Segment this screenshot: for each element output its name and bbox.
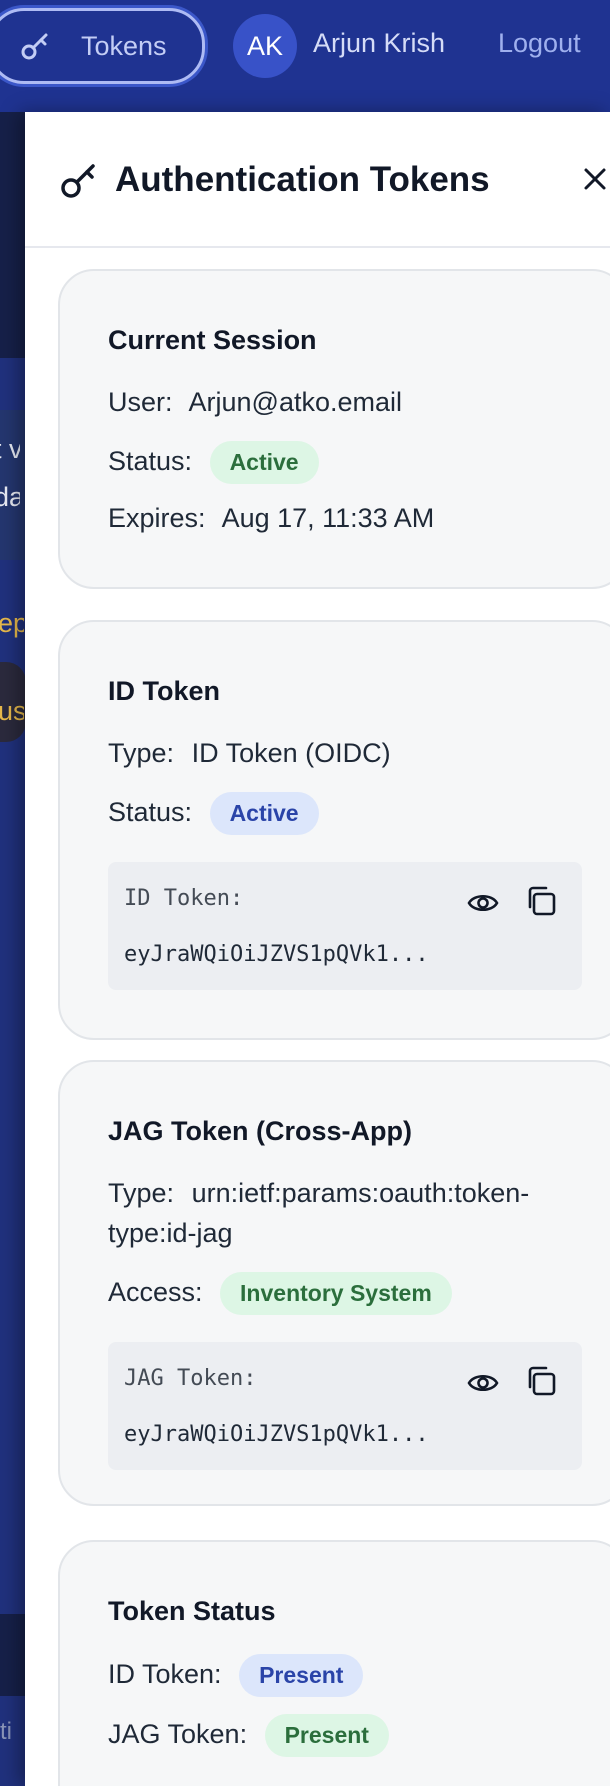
avatar[interactable]: AK [233,14,297,78]
background-text: ep [0,608,24,638]
auth-tokens-drawer: Authentication Tokens Current Session Us… [25,112,610,1786]
type-value: urn:ietf:params:oauth:token- [191,1178,530,1208]
jag-token-presence-row: JAG Token: Present [108,1714,389,1757]
id-token-type-row: Type: ID Token (OIDC) [108,738,391,769]
field-label: Type: [108,738,175,768]
field-label: Access: [108,1276,203,1307]
type-value: ID Token (OIDC) [191,738,391,768]
presence-badge: Present [264,1714,389,1757]
presence-badge: Present [239,1654,364,1697]
background-page: t v da ep us ti [0,112,26,1786]
copy-icon[interactable] [524,1364,558,1398]
tokens-button-label: Tokens [81,30,167,61]
copy-icon[interactable] [524,884,558,918]
jag-token-card: JAG Token (Cross-App) Type: urn:ietf:par… [58,1060,610,1506]
background-text: t v [0,434,20,464]
id-token-box: ID Token: eyJraWQiOiJZVS1pQVk1... [108,862,582,990]
status-badge: Active [209,441,319,484]
card-title: JAG Token (Cross-App) [108,1116,413,1146]
user-email: Arjun@atko.email [188,387,403,417]
status-badge: Active [209,792,319,835]
session-user-row: User: Arjun@atko.email [108,387,402,418]
drawer-header: Authentication Tokens [25,112,610,248]
jag-token-type-row-cont: type:id-jag [108,1218,233,1249]
token-label: ID Token: [124,886,244,911]
token-label: JAG Token: [124,1366,257,1391]
id-token-presence-row: ID Token: Present [108,1654,364,1697]
tokens-button[interactable]: Tokens [0,8,205,84]
field-label: JAG Token: [108,1718,248,1749]
token-value: eyJraWQiOiJZVS1pQVk1... [124,942,429,967]
background-block [0,112,26,358]
field-label: User: [108,387,173,417]
id-token-card: ID Token Type: ID Token (OIDC) Status: A… [58,620,610,1040]
id-token-status-row: Status: Active [108,792,319,835]
token-value: eyJraWQiOiJZVS1pQVk1... [124,1422,429,1447]
type-value: type:id-jag [108,1218,233,1248]
drawer-title: Authentication Tokens [115,160,490,199]
jag-token-type-row: Type: urn:ietf:params:oauth:token- [108,1178,529,1209]
key-icon [61,164,95,198]
background-text: ti [0,1718,12,1745]
jag-token-box: JAG Token: eyJraWQiOiJZVS1pQVk1... [108,1342,582,1470]
top-nav: Tokens AK Arjun Krish Logout [0,0,610,112]
background-text: us [0,696,24,726]
current-session-card: Current Session User: Arjun@atko.email S… [58,269,610,589]
eye-icon[interactable] [466,886,500,920]
expires-value: Aug 17, 11:33 AM [221,503,435,533]
background-block [0,1614,26,1696]
session-status-row: Status: Active [108,441,319,484]
field-label: ID Token: [108,1658,222,1689]
token-status-card: Token Status ID Token: Present JAG Token… [58,1540,610,1786]
user-name: Arjun Krish [313,28,446,58]
field-label: Type: [108,1178,175,1208]
card-title: Token Status [108,1596,276,1626]
field-label: Status: [108,796,193,827]
logout-link[interactable]: Logout [498,28,581,59]
jag-token-access-row: Access: Inventory System [108,1272,452,1315]
close-icon[interactable] [580,164,610,194]
background-text: da [0,482,20,512]
session-expires-row: Expires: Aug 17, 11:33 AM [108,503,434,534]
key-icon [21,33,48,60]
card-title: ID Token [108,676,221,706]
field-label: Expires: [108,503,206,533]
eye-icon[interactable] [466,1366,500,1400]
access-badge: Inventory System [220,1272,452,1315]
card-title: Current Session [108,325,317,355]
field-label: Status: [108,445,193,476]
